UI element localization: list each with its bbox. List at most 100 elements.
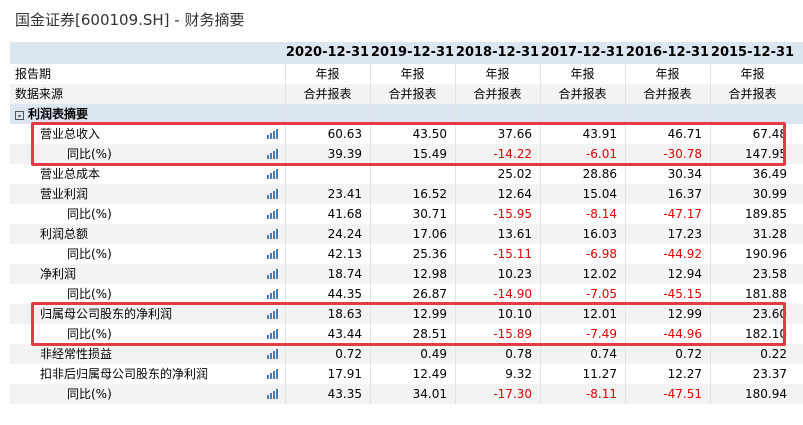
bar-chart-icon[interactable] bbox=[267, 169, 279, 179]
info-row: 数据来源 合并报表 合并报表 合并报表 合并报表 合并报表 合并报表 bbox=[10, 84, 803, 104]
row-label: 数据来源 bbox=[15, 87, 64, 101]
table-cell: -15.95 bbox=[493, 207, 532, 221]
table-cell: -47.17 bbox=[663, 207, 702, 221]
title-bar: 国金证券[600109.SH] - 财务摘要 bbox=[0, 0, 803, 40]
column-header[interactable]: 2015-12-31 bbox=[710, 42, 795, 64]
section-row-income-statement: - 利润表摘要 bbox=[10, 104, 803, 124]
table-cell: 12.01 bbox=[582, 307, 617, 321]
table-cell: -14.90 bbox=[493, 287, 532, 301]
column-header[interactable]: 2019-12-31 bbox=[370, 42, 455, 64]
table-cell: 24.24 bbox=[327, 227, 362, 241]
section-label[interactable]: - 利润表摘要 bbox=[15, 104, 88, 124]
column-separator bbox=[710, 104, 711, 124]
table-cell: 28.51 bbox=[412, 327, 447, 341]
table-cell: 12.94 bbox=[667, 267, 702, 281]
table-cell: 17.23 bbox=[667, 227, 702, 241]
table-row[interactable]: 非经常性损益 0.72 0.49 0.78 0.74 0.72 0.22 bbox=[10, 344, 803, 364]
row-label: 同比(%) bbox=[67, 327, 112, 341]
table-cell: 合并报表 bbox=[303, 87, 352, 101]
bar-chart-icon[interactable] bbox=[267, 309, 279, 319]
bar-chart-icon[interactable] bbox=[267, 389, 279, 399]
table-cell: 30.34 bbox=[667, 167, 702, 181]
table-cell: 43.35 bbox=[327, 387, 362, 401]
table-cell: 12.64 bbox=[497, 187, 532, 201]
row-label: 非经常性损益 bbox=[40, 347, 113, 361]
table-cell: 17.06 bbox=[412, 227, 447, 241]
table-cell: 0.49 bbox=[420, 347, 447, 361]
table-row[interactable]: 净利润 18.74 12.98 10.23 12.02 12.94 23.58 bbox=[10, 264, 803, 284]
table-row[interactable]: 同比(%) 43.35 34.01 -17.30 -8.11 -47.51 180.94 bbox=[10, 384, 803, 404]
row-label: 归属母公司股东的净利润 bbox=[40, 307, 173, 321]
table-row[interactable]: 同比(%) 44.35 26.87 -14.90 -7.05 -45.15 181.88 bbox=[10, 284, 803, 304]
column-header[interactable]: 2017-12-31 bbox=[540, 42, 625, 64]
row-label: 利润总额 bbox=[40, 227, 89, 241]
table-cell: 合并报表 bbox=[643, 87, 692, 101]
table-cell: -6.98 bbox=[585, 247, 617, 261]
bar-chart-icon[interactable] bbox=[267, 269, 279, 279]
row-label: 净利润 bbox=[40, 267, 77, 281]
table-row[interactable]: 同比(%) 43.44 28.51 -15.89 -7.49 -44.96 182.10 bbox=[10, 324, 803, 344]
collapse-toggle-icon[interactable]: - bbox=[15, 111, 24, 120]
table-cell: 23.41 bbox=[327, 187, 362, 201]
table-cell: 180.94 bbox=[745, 387, 787, 401]
table-row[interactable]: 同比(%) 41.68 30.71 -15.95 -8.14 -47.17 189.85 bbox=[10, 204, 803, 224]
table-cell: 30.71 bbox=[412, 207, 447, 221]
table-cell: 31.28 bbox=[752, 227, 787, 241]
table-cell: 41.68 bbox=[327, 207, 362, 221]
table-row[interactable]: 同比(%) 42.13 25.36 -15.11 -6.98 -44.92 190.96 bbox=[10, 244, 803, 264]
bar-chart-icon[interactable] bbox=[267, 369, 279, 379]
row-label: 营业总收入 bbox=[40, 127, 101, 141]
table-cell: 11.27 bbox=[582, 367, 617, 381]
table-cell: 23.37 bbox=[752, 367, 787, 381]
row-label: 营业利润 bbox=[40, 187, 89, 201]
table-row[interactable]: 营业利润 23.41 16.52 12.64 15.04 16.37 30.99 bbox=[10, 184, 803, 204]
table-cell: 18.74 bbox=[327, 267, 362, 281]
table-cell: -17.30 bbox=[493, 387, 532, 401]
table-cell: 12.99 bbox=[667, 307, 702, 321]
table-cell: 15.49 bbox=[412, 147, 447, 161]
table-cell: 16.03 bbox=[582, 227, 617, 241]
table-row[interactable]: 归属母公司股东的净利润 18.63 12.99 10.10 12.01 12.99 23.6… bbox=[10, 304, 803, 324]
table-cell: 26.87 bbox=[412, 287, 447, 301]
table-cell: 17.91 bbox=[327, 367, 362, 381]
bar-chart-icon[interactable] bbox=[267, 349, 279, 359]
column-header[interactable]: 2018-12-31 bbox=[455, 42, 540, 64]
column-header[interactable]: 2020-12-31 bbox=[285, 42, 370, 64]
bar-chart-icon[interactable] bbox=[267, 289, 279, 299]
table-cell: 190.96 bbox=[745, 247, 787, 261]
section-title: 利润表摘要 bbox=[28, 107, 89, 121]
table-cell: 189.85 bbox=[745, 207, 787, 221]
info-row: 报告期 年报 年报 年报 年报 年报 年报 bbox=[10, 64, 803, 84]
bar-chart-icon[interactable] bbox=[267, 129, 279, 139]
row-label: 同比(%) bbox=[67, 387, 112, 401]
bar-chart-icon[interactable] bbox=[267, 209, 279, 219]
table-cell: 181.88 bbox=[745, 287, 787, 301]
bar-chart-icon[interactable] bbox=[267, 149, 279, 159]
bar-chart-icon[interactable] bbox=[267, 229, 279, 239]
table-cell: -7.05 bbox=[585, 287, 617, 301]
bar-chart-icon[interactable] bbox=[267, 329, 279, 339]
table-cell: 43.50 bbox=[412, 127, 447, 141]
table-cell: 合并报表 bbox=[388, 87, 437, 101]
column-header[interactable]: 2016-12-31 bbox=[625, 42, 710, 64]
table-cell: 0.72 bbox=[335, 347, 362, 361]
bar-chart-icon[interactable] bbox=[267, 249, 279, 259]
table-cell: 30.99 bbox=[752, 187, 787, 201]
table-cell: 67.48 bbox=[752, 127, 787, 141]
table-row[interactable]: 营业总成本 25.02 28.86 30.34 36.49 bbox=[10, 164, 803, 184]
table-cell: 12.27 bbox=[667, 367, 702, 381]
table-row[interactable]: 利润总额 24.24 17.06 13.61 16.03 17.23 31.28 bbox=[10, 224, 803, 244]
table-row[interactable]: 同比(%) 39.39 15.49 -14.22 -6.01 -30.78 147.95 bbox=[10, 144, 803, 164]
table-cell: 28.86 bbox=[582, 167, 617, 181]
table-cell: 42.13 bbox=[327, 247, 362, 261]
table-cell: 25.36 bbox=[412, 247, 447, 261]
bar-chart-icon[interactable] bbox=[267, 189, 279, 199]
table-cell: 合并报表 bbox=[558, 87, 607, 101]
table-cell: 0.22 bbox=[760, 347, 787, 361]
table-row[interactable]: 扣非后归属母公司股东的净利润 17.91 12.49 9.32 11.27 12.27 23… bbox=[10, 364, 803, 384]
table-cell: 0.72 bbox=[675, 347, 702, 361]
table-header-row: 2020-12-31 2019-12-31 2018-12-31 2017-12… bbox=[10, 42, 803, 64]
table-cell: 合并报表 bbox=[473, 87, 522, 101]
table-cell: 43.44 bbox=[327, 327, 362, 341]
table-row[interactable]: 营业总收入 60.63 43.50 37.66 43.91 46.71 67.48 bbox=[10, 124, 803, 144]
